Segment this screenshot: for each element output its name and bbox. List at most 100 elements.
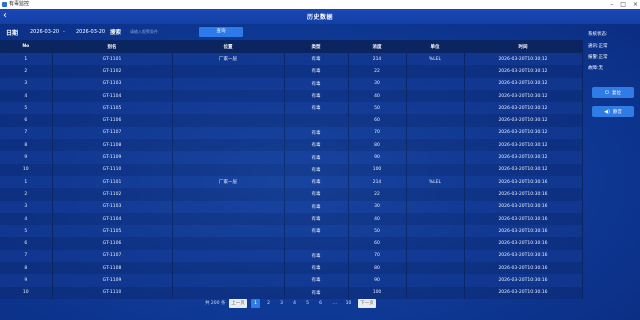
cell-type: 有毒 xyxy=(284,175,349,189)
table-row[interactable]: 8 GT-1108 有毒 80 2026-03-20T10:30:16 xyxy=(0,262,583,275)
page-button-2[interactable]: 2 xyxy=(264,299,273,308)
table-row[interactable]: 9 GT-1109 有毒 90 2026-03-20T10:30:12 xyxy=(0,151,583,164)
table-row[interactable]: 5 GT-1105 有毒 50 2026-03-20T10:30:16 xyxy=(0,225,583,238)
cell-type: 有毒 xyxy=(284,225,349,238)
table-row[interactable]: 6 GT-1106 60 2026-03-20T10:30:16 xyxy=(0,237,583,250)
table-row[interactable]: 2 GT-1102 有毒 22 2026-03-20T10:30:12 xyxy=(0,65,583,78)
page-button-1[interactable]: 1 xyxy=(251,299,260,308)
table-row[interactable]: 4 GT-1104 有毒 40 2026-03-20T10:30:16 xyxy=(0,212,583,226)
cell-time: 2026-03-20T10:30:16 xyxy=(464,212,583,226)
mute-button[interactable]: ◀) 静音 xyxy=(592,106,634,117)
cell-type: 有毒 xyxy=(284,200,349,213)
cell-location xyxy=(172,77,285,90)
table-row[interactable]: 9 GT-1109 有毒 90 2026-03-20T10:30:16 xyxy=(0,274,583,287)
cell-unit: %LEL xyxy=(406,53,465,66)
table-row[interactable]: 5 GT-1105 有毒 50 2026-03-20T10:30:12 xyxy=(0,102,583,115)
page-button-10[interactable]: 10 xyxy=(343,299,354,308)
cell-type: 有毒 xyxy=(284,212,349,226)
cell-location xyxy=(172,151,285,164)
cell-unit xyxy=(406,249,465,263)
page-button-4[interactable]: 4 xyxy=(290,299,299,308)
cell-concentration: 22 xyxy=(348,65,407,78)
cell-alias: GT-1103 xyxy=(52,77,173,90)
cell-location xyxy=(172,249,285,263)
cell-alias: GT-1105 xyxy=(52,225,173,238)
table-header-row: No 别名 位置 类型 浓度 单位 时间 xyxy=(0,40,583,53)
cell-time: 2026-03-20T10:30:16 xyxy=(464,249,583,263)
cell-time: 2026-03-20T10:30:16 xyxy=(464,262,583,275)
app-icon xyxy=(2,2,7,7)
cell-concentration: 214 xyxy=(348,175,407,189)
cell-location xyxy=(172,163,285,176)
minimize-icon[interactable]: – xyxy=(610,0,613,9)
cell-concentration: 70 xyxy=(348,126,407,140)
cell-unit xyxy=(406,89,465,103)
table-row[interactable]: 2 GT-1102 有毒 22 2026-03-20T10:30:16 xyxy=(0,188,583,201)
cell-no: 5 xyxy=(0,102,53,115)
cell-unit xyxy=(406,114,465,127)
next-page-button[interactable]: 下一页 xyxy=(358,299,376,308)
cell-location xyxy=(172,200,285,213)
page-button-6[interactable]: 6 xyxy=(316,299,325,308)
cell-concentration: 70 xyxy=(348,249,407,263)
cell-time: 2026-03-20T10:30:16 xyxy=(464,274,583,287)
cell-location xyxy=(172,102,285,115)
end-date-input[interactable]: 2026-03-20 xyxy=(76,29,105,35)
cell-time: 2026-03-20T10:30:12 xyxy=(464,163,583,176)
table-row[interactable]: 1 GT-1101 厂家一层 有毒 214 %LEL 2026-03-20T10:30:12 xyxy=(0,53,583,66)
cell-unit xyxy=(406,102,465,115)
cell-unit xyxy=(406,262,465,275)
table-row[interactable]: 6 GT-1106 60 2026-03-20T10:30:12 xyxy=(0,114,583,127)
table-row[interactable]: 10 GT-1110 有毒 100 2026-03-20T10:30:12 xyxy=(0,163,583,176)
cell-location xyxy=(172,114,285,127)
search-label: 搜索 xyxy=(110,30,122,36)
table-row[interactable]: 4 GT-1104 有毒 40 2026-03-20T10:30:12 xyxy=(0,89,583,103)
close-icon[interactable]: × xyxy=(633,0,638,9)
column-header-time[interactable]: 时间 xyxy=(464,40,583,53)
cell-unit xyxy=(406,237,465,250)
fault-status: 故障:无 xyxy=(588,66,604,71)
table-row[interactable]: 1 GT-1101 厂家一层 有毒 214 %LEL 2026-03-20T10:30:16 xyxy=(0,175,583,189)
cell-location xyxy=(172,212,285,226)
column-header-concentration[interactable]: 浓度 xyxy=(348,40,407,53)
column-header-type[interactable]: 类型 xyxy=(284,40,349,53)
table-row[interactable]: 3 GT-1103 有毒 30 2026-03-20T10:30:12 xyxy=(0,77,583,90)
reset-button[interactable]: ⏻ 复位 xyxy=(592,87,634,98)
cell-no: 3 xyxy=(0,200,53,213)
cell-location xyxy=(172,139,285,152)
table-row[interactable]: 7 GT-1107 有毒 70 2026-03-20T10:30:16 xyxy=(0,249,583,263)
search-input[interactable] xyxy=(130,27,190,36)
start-date-input[interactable]: 2026-03-20 xyxy=(30,29,59,35)
cell-unit xyxy=(406,139,465,152)
cell-no: 1 xyxy=(0,175,53,189)
cell-type: 有毒 xyxy=(284,77,349,90)
column-header-alias[interactable]: 别名 xyxy=(52,40,173,53)
cell-unit xyxy=(406,188,465,201)
page-button-3[interactable]: 3 xyxy=(277,299,286,308)
column-header-unit[interactable]: 单位 xyxy=(406,40,465,53)
column-header-location[interactable]: 位置 xyxy=(172,40,285,53)
prev-page-button[interactable]: 上一页 xyxy=(229,299,247,308)
comm-status: 通讯:正常 xyxy=(588,44,608,49)
cell-unit xyxy=(406,200,465,213)
mute-button-label: 静音 xyxy=(612,109,622,115)
cell-type: 有毒 xyxy=(284,249,349,263)
table-row[interactable]: 3 GT-1103 有毒 30 2026-03-20T10:30:16 xyxy=(0,200,583,213)
cell-concentration: 40 xyxy=(348,212,407,226)
main-panel: ‹ 历史数据 日期 2026-03-20 - 2026-03-20 搜索 查询 … xyxy=(0,9,640,320)
column-header-no[interactable]: No xyxy=(0,40,53,53)
cell-concentration: 40 xyxy=(348,89,407,103)
page-button-5[interactable]: 5 xyxy=(303,299,312,308)
cell-alias: GT-1107 xyxy=(52,249,173,263)
cell-no: 6 xyxy=(0,114,53,127)
cell-alias: GT-1109 xyxy=(52,274,173,287)
cell-concentration: 80 xyxy=(348,139,407,152)
cell-unit xyxy=(406,77,465,90)
table-row[interactable]: 8 GT-1108 有毒 80 2026-03-20T10:30:12 xyxy=(0,139,583,152)
date-label: 日期 xyxy=(6,30,19,37)
page-title: 历史数据 xyxy=(306,14,333,21)
maximize-icon[interactable]: □ xyxy=(620,0,626,9)
query-button[interactable]: 查询 xyxy=(199,27,243,37)
cell-unit xyxy=(406,212,465,226)
table-row[interactable]: 7 GT-1107 有毒 70 2026-03-20T10:30:12 xyxy=(0,126,583,140)
